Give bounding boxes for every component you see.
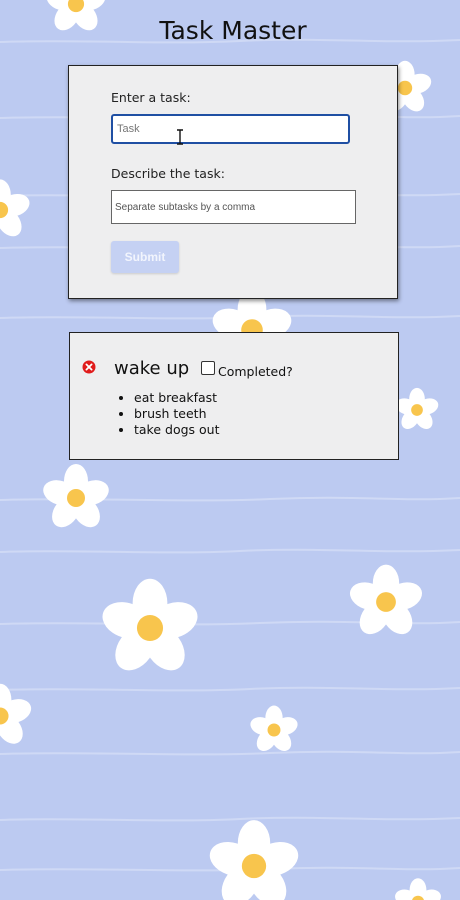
submit-button[interactable]: Submit [111, 241, 179, 273]
task-input[interactable] [111, 114, 350, 144]
close-circle-icon[interactable] [82, 360, 96, 374]
task-name: wake up [114, 358, 190, 379]
subtask-item: brush teeth [134, 406, 220, 422]
task-label: Enter a task: [111, 90, 191, 105]
text-cursor-icon [177, 129, 183, 145]
task-form: Enter a task: Describe the task: Submit [68, 65, 398, 299]
subtask-item: take dogs out [134, 422, 220, 438]
subtask-list: eat breakfast brush teeth take dogs out [116, 390, 220, 438]
description-label: Describe the task: [111, 166, 225, 181]
task-card: wake up Completed? eat breakfast brush t… [69, 332, 399, 460]
subtask-item: eat breakfast [134, 390, 220, 406]
page-title: Task Master [159, 16, 307, 45]
description-input[interactable] [111, 190, 356, 224]
completed-label: Completed? [218, 364, 293, 379]
completed-checkbox[interactable] [201, 361, 215, 375]
